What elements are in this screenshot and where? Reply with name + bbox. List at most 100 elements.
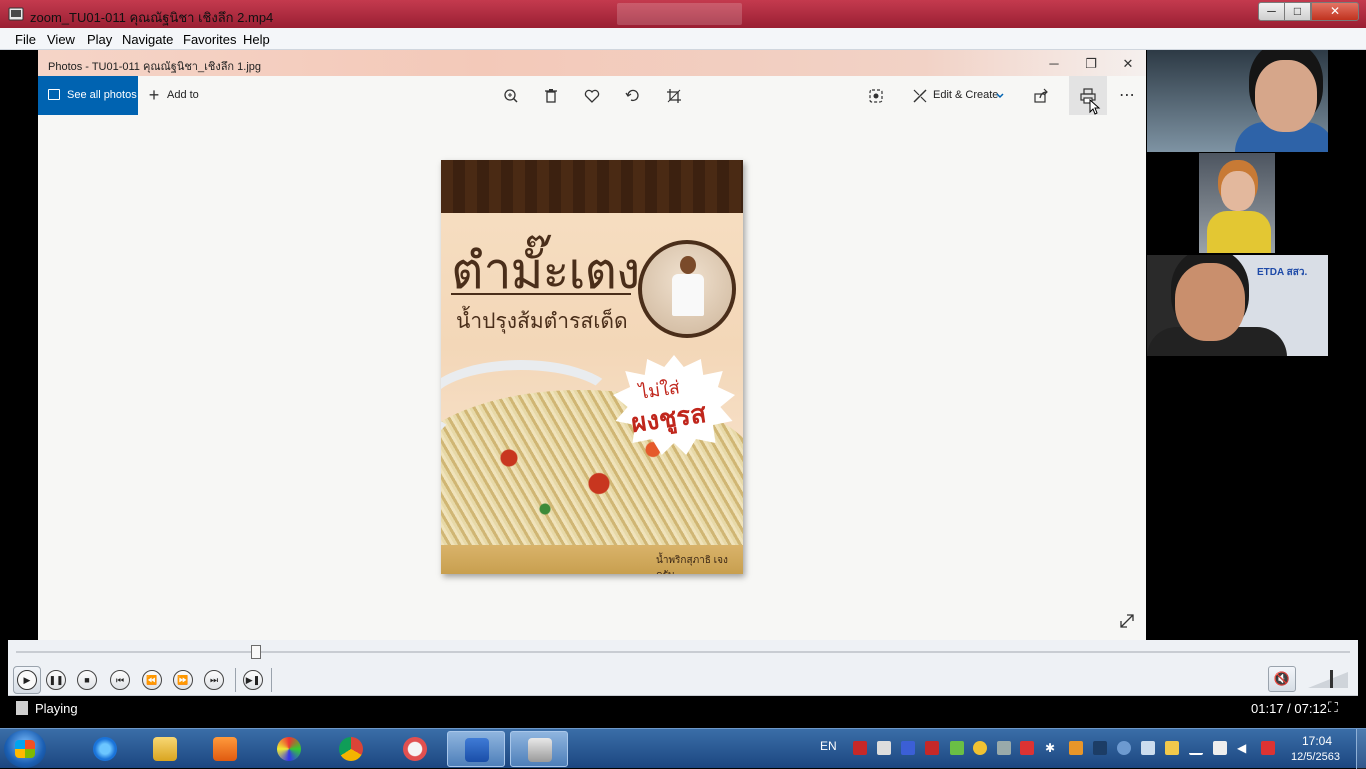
lav-tray-icon[interactable] <box>877 741 891 755</box>
frame-step-button[interactable]: ▶❚ <box>243 670 263 690</box>
add-to-button[interactable]: Add to <box>167 89 199 101</box>
controls-divider <box>235 668 236 692</box>
playback-state: Playing <box>35 701 78 716</box>
maximize-button[interactable]: □ <box>1284 2 1311 21</box>
menu-favorites[interactable]: Favorites <box>183 32 236 47</box>
taskbar-paint[interactable] <box>260 731 318 767</box>
poster-subtitle: น้ำปรุงส้มตำรสเด็ด <box>456 309 628 333</box>
word-icon <box>465 738 489 762</box>
ccc-tray-icon[interactable] <box>1020 741 1034 755</box>
chevron-down-icon[interactable] <box>994 86 1006 106</box>
update-tray-icon[interactable] <box>973 741 987 755</box>
participant-background-sign: ETDA สสว. <box>1257 267 1308 278</box>
enhance-icon[interactable] <box>866 86 886 106</box>
poster-portrait <box>638 240 736 338</box>
window-titlebar: zoom_TU01-011 คุณณัฐนิชา เชิงลึก 2.mp4 ─… <box>0 0 1366 28</box>
add-icon[interactable]: + <box>144 86 164 106</box>
battery-icon[interactable] <box>1213 741 1227 755</box>
minimize-button[interactable]: ─ <box>1258 2 1285 21</box>
fast-forward-button[interactable]: ⏩ <box>173 670 193 690</box>
expand-icon[interactable] <box>1118 612 1136 630</box>
monitor-tray-icon[interactable] <box>997 741 1011 755</box>
play-button[interactable]: ▶ <box>13 666 41 694</box>
network-globe-icon[interactable] <box>1117 741 1131 755</box>
menu-view[interactable]: View <box>47 32 75 47</box>
taskbar-word[interactable] <box>447 731 505 767</box>
volume-icon[interactable]: ◀ <box>1237 741 1251 755</box>
internet-explorer-icon <box>93 737 117 761</box>
clock-time[interactable]: 17:04 <box>1302 734 1332 748</box>
pause-button[interactable]: ❚❚ <box>46 670 66 690</box>
see-all-photos-label: See all photos <box>67 89 137 101</box>
menu-file[interactable]: File <box>15 32 36 47</box>
frame-step-icon: ▶❚ <box>245 675 261 685</box>
next-button[interactable]: ⏭ <box>204 670 224 690</box>
participant-video-2[interactable] <box>1199 153 1275 253</box>
crop-icon[interactable] <box>664 86 684 106</box>
previous-button[interactable]: ⏮ <box>110 670 130 690</box>
taskbar-media-player[interactable] <box>196 731 254 767</box>
security-tray-icon[interactable] <box>950 741 964 755</box>
participant-video-1[interactable] <box>1147 50 1328 152</box>
taskbar-snipping-tool[interactable] <box>386 731 444 767</box>
folder-tray-icon[interactable] <box>1165 741 1179 755</box>
bluetooth-icon[interactable]: ✱ <box>1045 741 1059 755</box>
print-button-hover[interactable] <box>1069 76 1107 115</box>
language-indicator[interactable]: EN <box>820 739 837 753</box>
seek-track[interactable] <box>16 651 1350 653</box>
stop-button[interactable]: ■ <box>77 670 97 690</box>
menu-navigate[interactable]: Navigate <box>122 32 173 47</box>
photos-title: Photos - TU01-011 คุณณัฐนิชา_เชิงลึก 1.j… <box>48 61 262 73</box>
taskbar-media-player-classic[interactable] <box>510 731 568 767</box>
tool-tray-icon[interactable] <box>1093 741 1107 755</box>
paint-icon <box>277 737 301 761</box>
start-button[interactable] <box>4 730 46 768</box>
lav-video-tray-icon[interactable] <box>901 741 915 755</box>
edit-create-icon[interactable] <box>910 86 930 106</box>
play-icon: ▶ <box>17 670 37 690</box>
windows-logo-icon <box>15 740 35 758</box>
poster-credit: น้ำพริกสุภาธิ เจง ครับ <box>656 555 728 574</box>
volume-knob[interactable] <box>1330 670 1333 688</box>
app-tray-icon[interactable] <box>1069 741 1083 755</box>
media-player-app-icon <box>8 7 24 21</box>
action-center-icon[interactable] <box>1261 741 1275 755</box>
taskbar-file-explorer[interactable] <box>136 731 194 767</box>
volume-slider[interactable] <box>1308 670 1348 690</box>
photos-minimize-button[interactable]: ─ <box>1044 56 1064 71</box>
participant-video-3[interactable]: ETDA สสว. <box>1147 255 1328 356</box>
taskbar-chrome[interactable] <box>322 731 380 767</box>
menu-help[interactable]: Help <box>243 32 270 47</box>
fullscreen-icon[interactable]: ⛶ <box>1328 699 1338 716</box>
favorite-icon[interactable] <box>582 86 602 106</box>
zoom-icon[interactable] <box>501 86 521 106</box>
photos-titlebar: Photos - TU01-011 คุณณัฐนิชา_เชิงลึก 1.j… <box>38 50 1146 76</box>
delete-icon[interactable] <box>541 86 561 106</box>
clapper-icon <box>528 738 552 762</box>
clock-date[interactable]: 12/5/2563 <box>1291 751 1340 763</box>
more-icon[interactable]: ⋯ <box>1117 86 1137 106</box>
mute-button[interactable]: 🔇 <box>1268 666 1296 692</box>
sync-tray-icon[interactable] <box>1141 741 1155 755</box>
titlebar-overlay <box>617 3 742 25</box>
portrait-body <box>672 274 704 316</box>
taskbar-internet-explorer[interactable] <box>76 731 134 767</box>
signal-icon[interactable] <box>1189 741 1203 755</box>
see-all-photos-button[interactable]: See all photos <box>38 76 138 115</box>
menu-play[interactable]: Play <box>87 32 112 47</box>
edit-create-button[interactable]: Edit & Create <box>933 89 998 101</box>
taskbar: EN ✱ ◀ 17:04 12/5/2563 <box>0 728 1366 769</box>
close-button[interactable]: ✕ <box>1311 2 1359 21</box>
rotate-icon[interactable] <box>623 86 643 106</box>
show-desktop-button[interactable] <box>1356 729 1366 769</box>
seek-bar[interactable] <box>8 640 1358 664</box>
pause-icon: ❚❚ <box>48 675 64 685</box>
lav-audio-tray-icon[interactable] <box>925 741 939 755</box>
seek-thumb[interactable] <box>251 645 262 659</box>
rewind-button[interactable]: ⏪ <box>142 670 162 690</box>
volume-track <box>1308 672 1348 688</box>
share-icon[interactable] <box>1031 86 1051 106</box>
acrobat-tray-icon[interactable] <box>853 741 867 755</box>
photos-close-button[interactable]: ✕ <box>1118 56 1138 72</box>
photos-maximize-button[interactable]: ❐ <box>1081 56 1101 72</box>
